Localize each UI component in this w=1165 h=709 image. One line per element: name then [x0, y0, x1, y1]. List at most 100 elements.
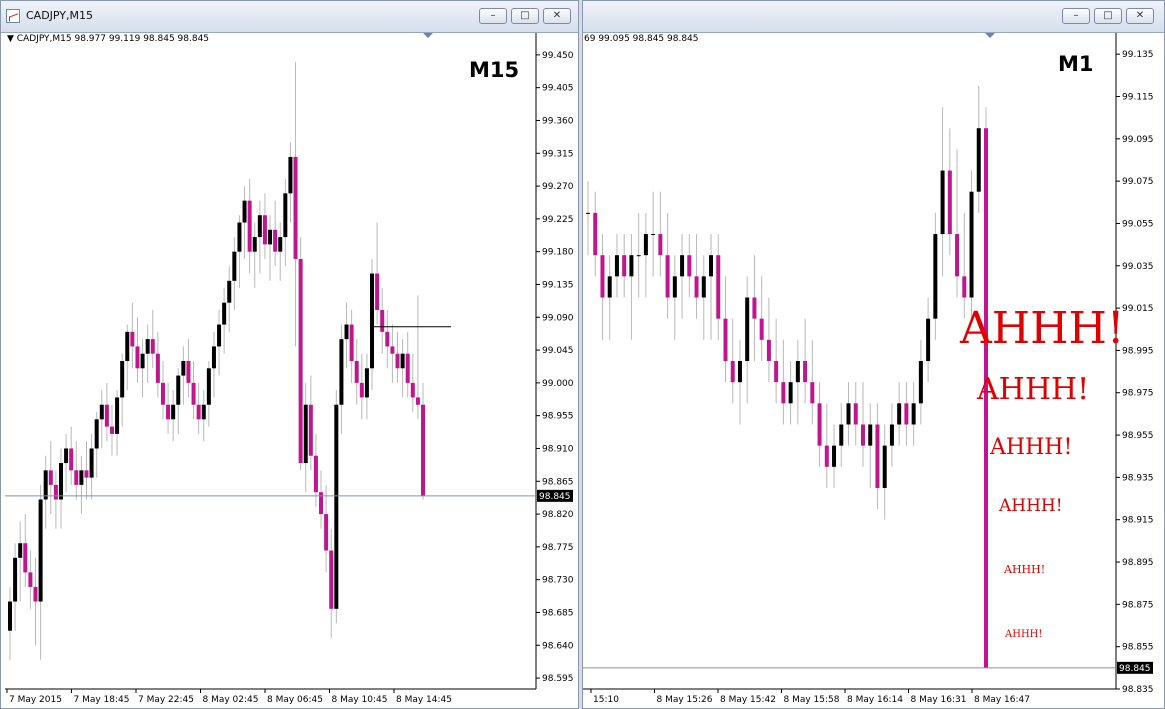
candle-body [278, 237, 283, 252]
candle-body [79, 470, 84, 485]
candle-body [94, 419, 99, 449]
symbol-header: 69 99.095 98.845 98.845 [584, 34, 699, 44]
candle-body [18, 543, 23, 558]
price-chart-m1[interactable]: 99.135 99.115 99.095 99.075 99.055 99.035 99.0… [583, 33, 1164, 708]
candle-body [364, 368, 369, 398]
candle-body [359, 382, 364, 398]
shift-marker-icon [985, 33, 995, 38]
candle-body [940, 170, 945, 235]
minimize-button[interactable]: – [479, 8, 507, 24]
window-titlebar[interactable]: – □ ✕ [583, 1, 1164, 33]
candle-body [354, 361, 359, 383]
candle-body [232, 251, 237, 281]
annotation-text: AHHH! [976, 372, 1089, 407]
candle-body [810, 382, 815, 404]
price-tick-label: 98.685 [542, 608, 574, 618]
time-tick-label: 8 May 16:31 [911, 695, 967, 705]
price-tick-label: 99.045 [542, 346, 574, 356]
candle-body [665, 255, 670, 298]
candle-body [600, 255, 605, 298]
maximize-button[interactable]: □ [511, 8, 539, 24]
price-tick-label: 99.270 [542, 182, 574, 192]
candle-body [766, 339, 771, 361]
candle-body [607, 276, 612, 298]
time-tick-label: 8 May 16:14 [847, 695, 903, 705]
candle-body [160, 382, 165, 405]
chart-window-m1[interactable]: – □ ✕ 99.135 99.115 99.095 99.075 99.055 99.0… [582, 0, 1165, 709]
candle-body [252, 237, 257, 252]
candle-body [737, 361, 742, 383]
candle-body [64, 448, 69, 464]
candle-body [390, 346, 395, 354]
candle-body [237, 222, 242, 252]
time-tick-label: 15:10 [593, 695, 619, 705]
candle-body [58, 463, 63, 500]
window-title: CADJPY,M15 [26, 9, 94, 22]
candle-body [171, 404, 176, 420]
annotation-text: AHHH! [1004, 629, 1042, 640]
price-tick-label: 99.035 [1122, 262, 1154, 272]
price-tick-label: 98.865 [542, 477, 574, 487]
price-tick-label: 98.995 [1122, 346, 1154, 356]
candle-body [882, 445, 887, 488]
price-tick-label: 98.910 [542, 444, 574, 454]
candle-body [395, 353, 400, 369]
time-tick-label: 7 May 22:45 [138, 695, 194, 705]
annotation-text: AHHH! [959, 303, 1125, 354]
price-tick-label: 98.775 [542, 543, 574, 553]
candle-body [716, 255, 721, 319]
candle-body [99, 404, 104, 420]
candle-body [334, 404, 339, 609]
candle-body [976, 128, 981, 192]
candle-body [217, 324, 222, 347]
price-tick-label: 99.405 [542, 84, 574, 94]
candlestick-chart-m1[interactable]: 99.135 99.115 99.095 99.075 99.055 99.035 99.0… [583, 33, 1164, 709]
candle-body [283, 193, 288, 238]
minimize-button[interactable]: – [1062, 8, 1090, 24]
symbol-header: ▼ CADJPY,M15 98.977 99.119 98.845 98.845 [7, 34, 210, 44]
candle-body [694, 276, 699, 298]
time-tick-label: 8 May 14:45 [396, 695, 452, 705]
candle-body [672, 276, 677, 298]
price-tick-label: 99.000 [542, 379, 574, 389]
candle-body [636, 255, 641, 257]
close-button[interactable]: ✕ [1126, 8, 1154, 24]
candle-body [181, 361, 186, 376]
candle-body [196, 404, 201, 420]
candle-body [795, 361, 800, 383]
candle-body [614, 255, 619, 277]
candle-body [268, 229, 273, 245]
candle-body [130, 331, 135, 347]
candle-body [324, 514, 329, 551]
candle-body [125, 331, 130, 361]
price-tick-label: 98.875 [1122, 600, 1154, 610]
candle-body [889, 424, 894, 446]
candle-body [709, 255, 714, 277]
candle-body [853, 403, 858, 425]
candle-body [166, 404, 171, 420]
time-tick-label: 8 May 02:45 [203, 695, 259, 705]
maximize-button[interactable]: □ [1094, 8, 1122, 24]
candle-body [933, 234, 938, 319]
candle-body [629, 255, 634, 277]
candle-body [339, 339, 344, 405]
candle-body [415, 397, 420, 405]
price-tick-label: 98.820 [542, 510, 574, 520]
price-tick-label: 98.730 [542, 576, 574, 586]
candle-body [74, 470, 79, 485]
candle-body [817, 403, 822, 446]
price-tick-label: 99.135 [1122, 50, 1154, 60]
candle-body [405, 353, 410, 383]
window-titlebar[interactable]: CADJPY,M15 – □ ✕ [1, 1, 578, 33]
close-button[interactable]: ✕ [543, 8, 571, 24]
price-tick-label: 99.015 [1122, 304, 1154, 314]
candle-body [242, 200, 247, 223]
candle-body [288, 156, 293, 194]
candlestick-chart-m15[interactable]: 99.450 99.405 99.360 99.315 99.270 99.225 99.1… [1, 33, 578, 709]
chart-window-m15[interactable]: CADJPY,M15 – □ ✕ 99.450 99.405 99.360 99.31… [0, 0, 579, 709]
candle-body [904, 403, 909, 425]
candle-body [839, 424, 844, 446]
price-chart-m15[interactable]: 99.450 99.405 99.360 99.315 99.270 99.225 99.1… [1, 33, 578, 708]
price-tick-label: 98.595 [542, 674, 574, 684]
candle-body [593, 212, 598, 256]
